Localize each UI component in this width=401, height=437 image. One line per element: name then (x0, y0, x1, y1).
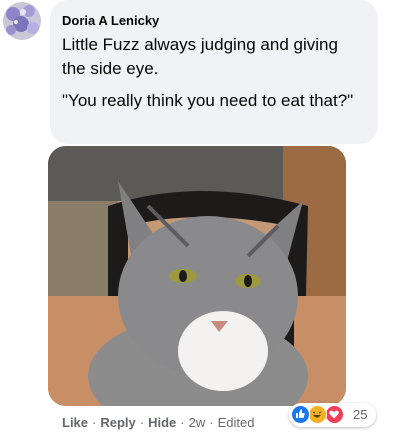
comment-actions: Like · Reply · Hide · 2w · Edited (62, 415, 254, 430)
separator: · (209, 415, 214, 430)
reactions-summary[interactable]: 25 (289, 403, 376, 427)
separator: · (180, 415, 185, 430)
reply-button[interactable]: Reply (100, 415, 135, 430)
separator: · (92, 415, 97, 430)
love-icon (325, 405, 344, 424)
cat-photo-image (48, 146, 346, 406)
haha-icon (308, 405, 327, 424)
like-icon (291, 405, 310, 424)
reaction-count: 25 (353, 407, 368, 422)
avatar[interactable] (3, 2, 41, 40)
comment-photo[interactable] (48, 146, 346, 406)
comment-text-line-2: "You really think you need to eat that?" (62, 91, 354, 110)
separator: · (139, 415, 145, 430)
comment-author[interactable]: Doria A Lenicky (62, 13, 159, 28)
avatar-image (3, 2, 41, 40)
comment-text-line-1: Little Fuzz always judging and giving th… (62, 35, 338, 78)
hide-button[interactable]: Hide (148, 415, 176, 430)
edited-label[interactable]: Edited (218, 415, 255, 430)
timestamp-link[interactable]: 2w (189, 415, 206, 430)
like-button[interactable]: Like (62, 415, 88, 430)
